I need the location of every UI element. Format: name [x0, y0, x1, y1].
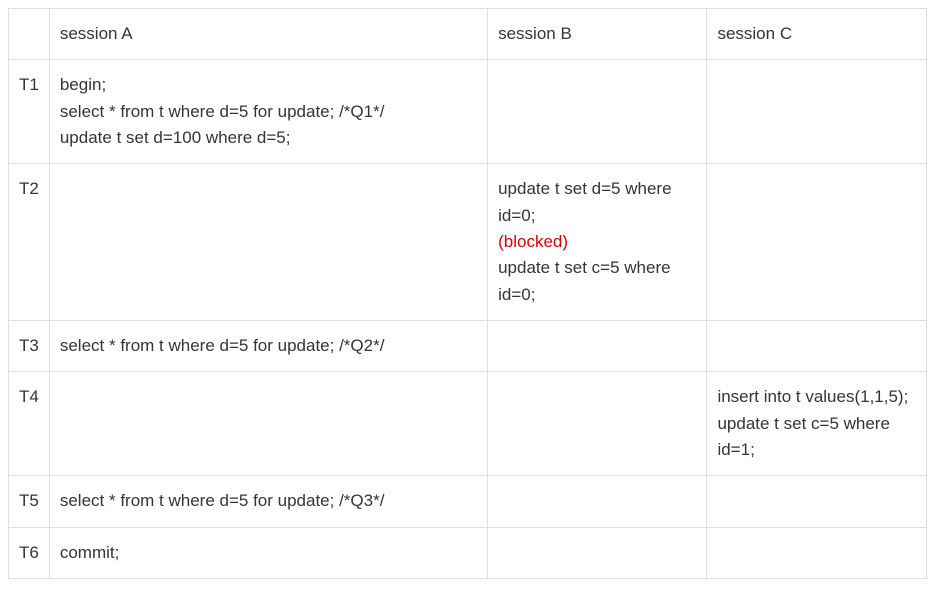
cell-session-b — [488, 321, 707, 372]
header-row: session A session B session C — [9, 9, 927, 60]
sql-statement: select * from t where d=5 for update; /*… — [60, 336, 385, 355]
cell-session-a — [49, 164, 487, 321]
cell-session-b — [488, 372, 707, 476]
cell-session-b: update t set d=5 where id=0; (blocked) upd… — [488, 164, 707, 321]
cell-session-c — [707, 321, 927, 372]
sql-statement: select * from t where d=5 for update; /*… — [60, 491, 385, 510]
time-label: T4 — [9, 372, 50, 476]
cell-session-a: select * from t where d=5 for update; /*… — [49, 476, 487, 527]
cell-session-b — [488, 527, 707, 578]
cell-session-a — [49, 372, 487, 476]
table-row: T2 update t set d=5 where id=0; (blocked)… — [9, 164, 927, 321]
blocked-indicator: (blocked) — [498, 232, 568, 251]
cell-session-a: begin; select * from t where d=5 for upd… — [49, 60, 487, 164]
sql-statement: update t set d=5 where id=0; — [498, 179, 671, 224]
time-label: T2 — [9, 164, 50, 321]
header-session-a: session A — [49, 9, 487, 60]
header-session-c: session C — [707, 9, 927, 60]
time-label: T5 — [9, 476, 50, 527]
cell-session-a: commit; — [49, 527, 487, 578]
cell-session-b — [488, 476, 707, 527]
table-row: T1 begin; select * from t where d=5 for … — [9, 60, 927, 164]
cell-session-c — [707, 164, 927, 321]
cell-session-a: select * from t where d=5 for update; /*… — [49, 321, 487, 372]
cell-session-b — [488, 60, 707, 164]
table-row: T5 select * from t where d=5 for update;… — [9, 476, 927, 527]
time-label: T1 — [9, 60, 50, 164]
sql-statement: update t set c=5 where id=0; — [498, 258, 670, 303]
sql-statement: commit; — [60, 543, 120, 562]
header-time — [9, 9, 50, 60]
session-timeline-table: session A session B session C T1 begin; … — [8, 8, 927, 579]
cell-session-c — [707, 60, 927, 164]
cell-session-c — [707, 527, 927, 578]
table-row: T3 select * from t where d=5 for update;… — [9, 321, 927, 372]
sql-statement: begin; select * from t where d=5 for upd… — [60, 75, 385, 147]
table-row: T4 insert into t values(1,1,5); update t… — [9, 372, 927, 476]
time-label: T6 — [9, 527, 50, 578]
time-label: T3 — [9, 321, 50, 372]
table-row: T6 commit; — [9, 527, 927, 578]
cell-session-c: insert into t values(1,1,5); update t se… — [707, 372, 927, 476]
cell-session-c — [707, 476, 927, 527]
sql-statement: insert into t values(1,1,5); update t se… — [717, 387, 908, 459]
header-session-b: session B — [488, 9, 707, 60]
